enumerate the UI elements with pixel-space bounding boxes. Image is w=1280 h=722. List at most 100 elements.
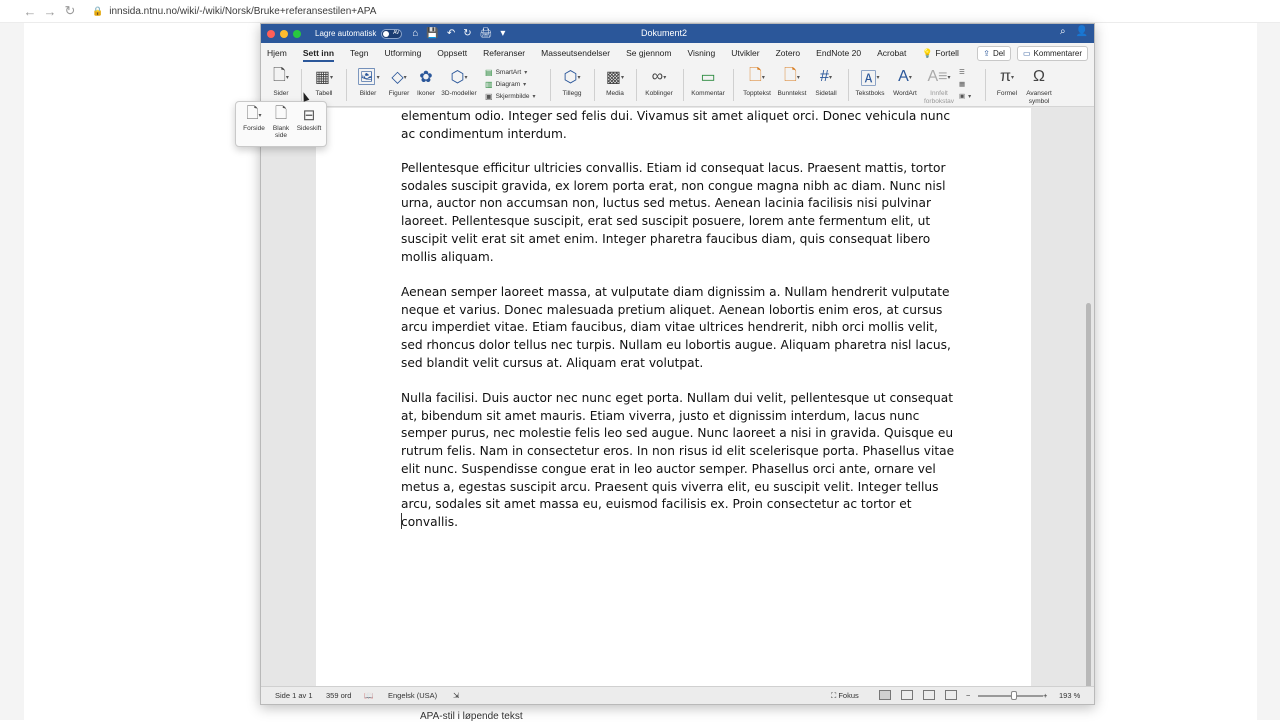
- tab-se-gjennom[interactable]: Se gjennom: [618, 43, 679, 63]
- paragraph[interactable]: Pellentesque efficitur ultricies convall…: [401, 160, 961, 266]
- omega-icon: Ω: [1033, 68, 1045, 85]
- ribbon-separator: [346, 69, 347, 101]
- footer-icon: 🗋 ▾: [784, 66, 800, 84]
- header-button[interactable]: 🗋 ▾ Topptekst: [740, 65, 774, 98]
- comment-icon: ▭: [1022, 49, 1031, 58]
- footer-button[interactable]: 🗋 ▾ Bunntekst: [775, 65, 809, 98]
- page-break-button[interactable]: ⊟ Sideskift: [294, 105, 324, 132]
- drop-cap-button[interactable]: A≡ ▾ Innfelt forbokstav: [921, 65, 957, 105]
- zoom-slider-thumb[interactable]: [1011, 691, 1017, 700]
- cover-page-icon: 🗋 ▾: [246, 104, 262, 122]
- add-ins-button[interactable]: ⬡ ▾ Tillegg: [557, 65, 587, 97]
- pi-icon: π ▾: [999, 68, 1015, 85]
- shapes-button[interactable]: ◇ ▾ Figurer: [385, 65, 413, 97]
- smartart-button[interactable]: ▤ SmartArt ▾: [485, 66, 536, 78]
- tab-tegn[interactable]: Tegn: [342, 43, 376, 63]
- tab-sett-inn[interactable]: Sett inn: [295, 43, 342, 63]
- tab-utvikler[interactable]: Utvikler: [723, 43, 767, 63]
- pages-button[interactable]: 🗋 ▾ Sider: [267, 65, 295, 98]
- paragraph[interactable]: Nulla facilisi. Duis auctor nec nunc ege…: [401, 390, 961, 532]
- paragraph[interactable]: Aenean semper laoreet massa, at vulputat…: [401, 284, 961, 373]
- cover-page-button[interactable]: 🗋 ▾ Forside: [240, 104, 268, 133]
- text-cursor: [401, 513, 402, 529]
- signature-line-button[interactable]: ☰: [959, 66, 971, 78]
- pages-dropdown: 🗋 ▾ Forside 🗋 Blank side ⊟ Sideskift: [235, 101, 327, 147]
- comments-button[interactable]: ▭ Kommentarer: [1016, 46, 1088, 61]
- tab-hjem[interactable]: Hjem: [261, 43, 295, 63]
- print-layout-view-icon[interactable]: [879, 690, 891, 700]
- zoom-in-button[interactable]: +: [1043, 691, 1047, 700]
- browser-page-left: [0, 23, 24, 720]
- date-time-button[interactable]: ▦: [959, 78, 971, 90]
- equation-button[interactable]: π ▾ Formel: [993, 65, 1021, 97]
- accessibility-icon[interactable]: ⇲: [453, 691, 459, 700]
- tab-fortell[interactable]: 💡 Fortell: [914, 43, 967, 63]
- draft-view-icon[interactable]: [945, 690, 957, 700]
- tab-utforming[interactable]: Utforming: [376, 43, 429, 63]
- ribbon-separator: [550, 69, 551, 101]
- ribbon-separator: [848, 69, 849, 101]
- symbol-button[interactable]: Ω Avansert symbol: [1021, 65, 1057, 105]
- zoom-level[interactable]: 193 %: [1059, 691, 1080, 700]
- tab-zotero[interactable]: Zotero: [768, 43, 809, 63]
- minimize-window-button[interactable]: [280, 29, 288, 38]
- tab-acrobat[interactable]: Acrobat: [869, 43, 914, 63]
- page-count[interactable]: Side 1 av 1: [275, 691, 313, 700]
- table-button[interactable]: ▦ ▾ Tabell: [309, 65, 339, 97]
- tab-visning[interactable]: Visning: [680, 43, 724, 63]
- vertical-scrollbar[interactable]: [1086, 303, 1091, 686]
- language[interactable]: Engelsk (USA): [388, 691, 437, 700]
- calendar-icon: ▦: [959, 81, 966, 88]
- chart-button[interactable]: ▥ Diagram ▾: [485, 78, 536, 90]
- links-button[interactable]: ∞ ▾ Koblinger: [643, 65, 675, 97]
- account-icon[interactable]: 👤: [1076, 26, 1088, 37]
- undo-icon[interactable]: ↶: [447, 28, 455, 39]
- document-title: Dokument2: [641, 28, 688, 38]
- document-page[interactable]: elementum odio. Integer sed felis dui. V…: [316, 108, 1031, 686]
- autosave-toggle[interactable]: AV: [381, 28, 403, 39]
- forward-arrow-icon[interactable]: →: [40, 1, 60, 21]
- outline-view-icon[interactable]: [923, 690, 935, 700]
- word-count[interactable]: 359 ord: [326, 691, 351, 700]
- customize-toolbar-icon[interactable]: ▾: [500, 28, 505, 39]
- save-icon[interactable]: 💾: [426, 28, 438, 39]
- text-box-button[interactable]: 🄰 ▾ Tekstboks: [853, 65, 887, 97]
- home-icon[interactable]: ⌂: [412, 28, 418, 39]
- browser-page-right: [1257, 23, 1280, 720]
- add-ins-icon: ⬡ ▾: [563, 69, 581, 86]
- focus-mode-button[interactable]: ⛶ Fokus: [831, 691, 859, 701]
- object-button[interactable]: ▣ ▾: [959, 90, 971, 102]
- screenshot-icon: ▣: [485, 91, 493, 101]
- share-button[interactable]: ⇪ Del: [977, 46, 1011, 61]
- document-canvas: elementum odio. Integer sed felis dui. V…: [261, 108, 1094, 686]
- comment-button[interactable]: ▭ Kommentar: [689, 65, 727, 97]
- tab-referanser[interactable]: Referanser: [475, 43, 533, 63]
- redo-icon[interactable]: ↻: [463, 28, 471, 39]
- pictures-button[interactable]: 🖼 ▾ Bilder: [354, 65, 382, 97]
- tab-endnote[interactable]: EndNote 20: [808, 43, 869, 63]
- proofing-icon[interactable]: 📖: [364, 691, 373, 700]
- shapes-icon: ◇ ▾: [391, 69, 407, 86]
- media-button[interactable]: ▩ ▾ Media: [601, 65, 629, 97]
- reload-icon[interactable]: ↻: [60, 1, 80, 21]
- back-arrow-icon[interactable]: ←: [20, 1, 40, 21]
- tab-masseutsendelser[interactable]: Masseutsendelser: [533, 43, 618, 63]
- focus-icon: ⛶: [831, 691, 837, 700]
- address-bar[interactable]: innsida.ntnu.no/wiki/-/wiki/Norsk/Bruke+…: [109, 6, 376, 17]
- close-window-button[interactable]: [267, 29, 275, 38]
- blank-page-button[interactable]: 🗋 Blank side: [270, 105, 292, 140]
- web-layout-view-icon[interactable]: [901, 690, 913, 700]
- icons-button[interactable]: ✿ Ikoner: [415, 65, 437, 97]
- wordart-icon: A ▾: [898, 68, 912, 85]
- text-box-icon: 🄰 ▾: [860, 71, 880, 88]
- page-number-button[interactable]: # ▾ Sidetall: [811, 65, 841, 97]
- 3d-models-button[interactable]: ⬡ ▾ 3D-modeller: [438, 65, 480, 97]
- tab-oppsett[interactable]: Oppsett: [429, 43, 475, 63]
- search-icon[interactable]: ⌕: [1060, 26, 1066, 37]
- zoom-out-button[interactable]: −: [966, 691, 970, 700]
- paragraph[interactable]: elementum odio. Integer sed felis dui. V…: [401, 108, 961, 143]
- zoom-window-button[interactable]: [293, 29, 301, 38]
- print-icon[interactable]: 🖨: [480, 28, 493, 39]
- screenshot-button[interactable]: ▣ Skjermbilde ▾: [485, 90, 536, 102]
- wordart-button[interactable]: A ▾ WordArt: [889, 65, 921, 97]
